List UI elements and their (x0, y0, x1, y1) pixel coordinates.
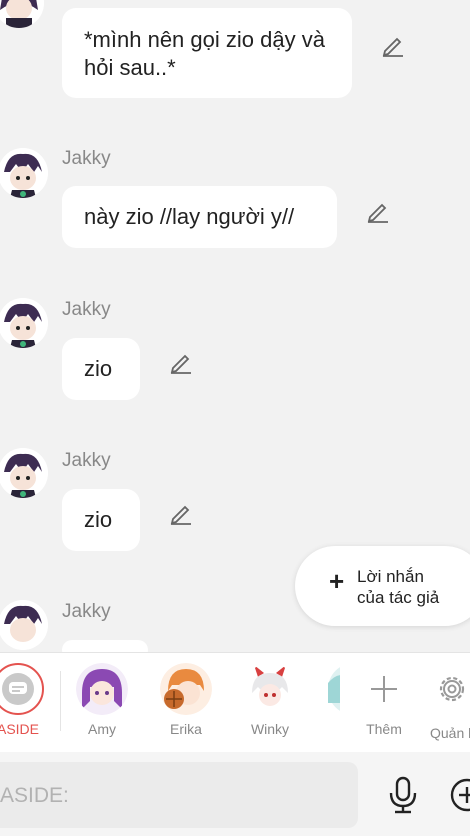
sender-name: Jakky (62, 148, 111, 169)
plus-icon: + (329, 566, 345, 596)
edit-icon[interactable] (380, 32, 406, 58)
gear-icon (436, 673, 468, 705)
avatar[interactable] (0, 148, 48, 198)
add-circle-icon[interactable] (450, 778, 470, 812)
white-horned-avatar (244, 663, 296, 715)
purple-hair-avatar (76, 663, 128, 715)
add-character-button[interactable]: Thêm (344, 663, 424, 737)
microphone-icon[interactable] (386, 776, 420, 814)
manage-label: Quản l (430, 725, 470, 741)
message-bubble: zio (62, 338, 140, 400)
character-name: Erika (170, 721, 202, 737)
avatar[interactable] (0, 600, 48, 650)
input-placeholder: ASIDE: (0, 784, 69, 807)
input-bar: ASIDE: (0, 752, 470, 836)
author-note-label: Lời nhắn của tác giả (357, 567, 440, 607)
message-input[interactable]: ASIDE: (0, 762, 358, 828)
character-name: Amy (88, 721, 116, 737)
sender-name: Jakky (62, 450, 111, 471)
divider (60, 671, 61, 731)
edit-icon[interactable] (365, 198, 391, 224)
avatar[interactable] (0, 298, 48, 348)
character-name: Winky (250, 721, 290, 737)
message-text: này zio //lay người y// (84, 204, 295, 229)
character-amy[interactable]: Amy (62, 663, 142, 737)
message-bubble: zio (62, 489, 140, 551)
character-aside[interactable]: ASIDE (0, 663, 58, 737)
message-text: zio (84, 507, 113, 532)
character-erika[interactable]: Erika (146, 663, 226, 737)
message-text: zio (84, 356, 113, 381)
add-label: Thêm (366, 721, 402, 737)
sender-name: Jakky (62, 601, 111, 622)
orange-hair-avatar (160, 663, 212, 715)
message-bubble: này zio //lay người y// (62, 186, 337, 248)
avatar[interactable] (0, 448, 48, 498)
plus-icon (358, 663, 410, 715)
manage-button[interactable]: Quản l (426, 663, 470, 743)
avatar[interactable] (0, 0, 44, 28)
character-name: ASIDE (0, 721, 39, 737)
message-text: *mình nên gọi zio dậy và hỏi sau..* (84, 27, 325, 80)
partial-character-avatar[interactable] (328, 663, 340, 715)
chat-bubble-icon (0, 663, 44, 715)
character-strip: ASIDE Amy Erika Winky Thêm Quản l (0, 652, 470, 754)
edit-icon[interactable] (168, 500, 194, 526)
character-winky[interactable]: Winky (230, 663, 310, 737)
edit-icon[interactable] (168, 349, 194, 375)
author-note-button[interactable]: + Lời nhắn của tác giả (295, 546, 470, 626)
message-bubble: *mình nên gọi zio dậy và hỏi sau..* (62, 8, 352, 98)
sender-name: Jakky (62, 299, 111, 320)
